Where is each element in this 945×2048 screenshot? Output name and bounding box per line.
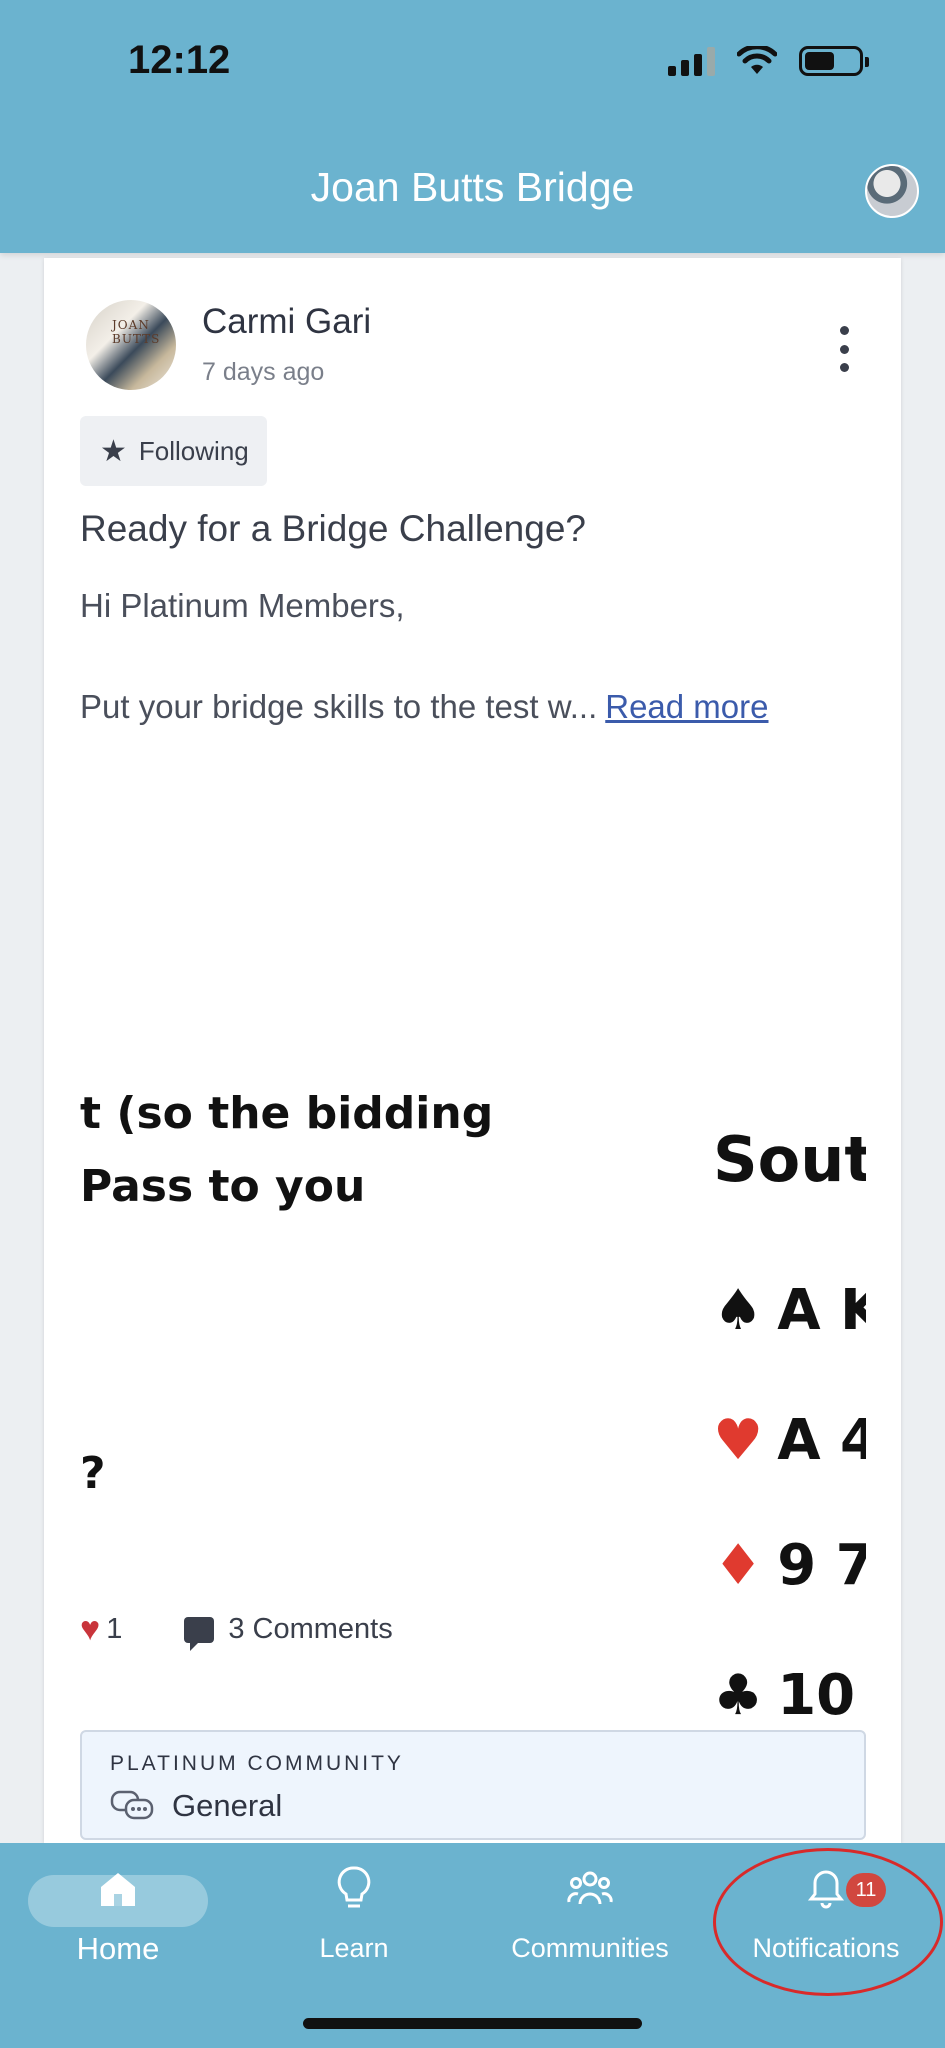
club-icon: ♣ (713, 1663, 764, 1728)
status-icons (668, 46, 869, 76)
post-title[interactable]: Ready for a Bridge Challenge? (80, 508, 586, 550)
home-indicator (303, 2018, 642, 2029)
wifi-icon (737, 46, 777, 74)
tab-notifications[interactable]: 11 Notifications (708, 1859, 944, 1989)
heart-suit-icon: ♥ (713, 1408, 764, 1473)
image-text-question: ? (80, 1448, 106, 1499)
avatar-book-mark: JOAN BUTTS (112, 318, 161, 346)
image-hand-spades: ♠ A K (713, 1278, 866, 1343)
community-label: PLATINUM COMMUNITY (110, 1752, 404, 1775)
image-hand-diamonds: ♦ 9 7 (713, 1533, 866, 1598)
app-header: 12:12 Joan Butts Bridge (0, 0, 945, 253)
excerpt-text: Put your bridge skills to the test w... (80, 688, 598, 725)
tab-communities[interactable]: Communities (472, 1859, 708, 1989)
more-options-icon[interactable] (837, 326, 851, 372)
comments-link[interactable]: 3 Comments (228, 1613, 392, 1646)
post-excerpt: Put your bridge skills to the test w... R… (80, 688, 769, 726)
community-tag[interactable]: PLATINUM COMMUNITY General (80, 1730, 866, 1840)
read-more-link[interactable]: Read more (605, 688, 768, 725)
battery-icon (799, 46, 869, 76)
tab-home[interactable]: Home (0, 1859, 236, 1989)
post-card: JOAN BUTTS Carmi Gari 7 days ago ★ Follo… (44, 258, 901, 1843)
tab-notifications-label: Notifications (752, 1933, 900, 1963)
following-button[interactable]: ★ Following (80, 416, 267, 486)
bell-icon (708, 1859, 944, 1919)
image-text-line1: t (so the bidding (80, 1088, 494, 1139)
heart-icon[interactable]: ♥ (80, 1610, 100, 1649)
post-time: 7 days ago (202, 358, 325, 386)
tab-learn[interactable]: Learn (236, 1859, 472, 1989)
home-icon (0, 1859, 236, 1919)
comment-icon[interactable] (184, 1616, 215, 1651)
app-title: Joan Butts Bridge (310, 164, 635, 210)
like-count: 1 (106, 1613, 123, 1645)
star-icon: ★ (100, 434, 127, 468)
lightbulb-icon (236, 1859, 472, 1919)
tab-home-label: Home (76, 1931, 160, 1966)
author-name[interactable]: Carmi Gari (202, 302, 371, 342)
spade-icon: ♠ (713, 1278, 764, 1343)
people-icon (472, 1859, 708, 1919)
image-hand-hearts: ♥ A 4 (713, 1408, 866, 1473)
image-hand-clubs: ♣10 4 (713, 1663, 866, 1728)
chat-bubbles-icon (110, 1790, 154, 1820)
following-label: Following (138, 435, 249, 466)
post-reactions: ♥ 1 3 Comments (80, 1610, 393, 1651)
status-time: 12:12 (128, 38, 231, 82)
community-name: General (172, 1788, 283, 1823)
image-text-south: Sout (713, 1123, 866, 1196)
author-avatar[interactable]: JOAN BUTTS (86, 300, 176, 390)
diamond-icon: ♦ (713, 1533, 764, 1598)
profile-avatar[interactable] (865, 164, 919, 218)
post-greeting: Hi Platinum Members, (80, 587, 405, 624)
image-text-line2: Pass to you (80, 1161, 366, 1212)
notification-count-badge: 11 (846, 1873, 886, 1907)
tab-learn-label: Learn (319, 1933, 389, 1963)
tab-communities-label: Communities (511, 1933, 669, 1963)
cellular-signal-icon (668, 46, 715, 76)
